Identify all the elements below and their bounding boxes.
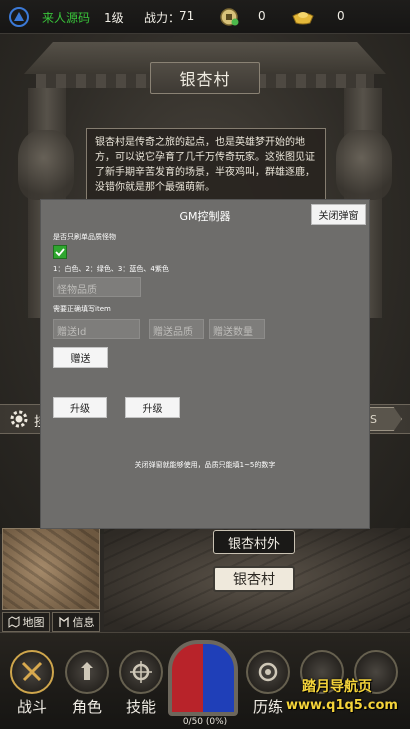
gear-icon[interactable] — [8, 408, 30, 430]
nav-training-label: 历练 — [252, 698, 283, 716]
info-button[interactable]: 信息 — [52, 612, 100, 632]
quality-legend: 1：白色、2：绿色、3：蓝色、4紫色 — [53, 265, 169, 273]
gift-quality-input[interactable]: 赠送品质 — [149, 319, 204, 339]
close-modal-button[interactable]: 关闭弹窗 — [311, 204, 366, 225]
nav-character-label: 角色 — [71, 698, 102, 716]
only-quality-checkbox[interactable] — [53, 245, 67, 259]
monster-quality-input[interactable]: 怪物品质 — [53, 277, 141, 297]
game-logo-icon[interactable] — [8, 6, 30, 28]
location-description: 银杏村是传奇之旅的起点，也是英雄梦开始的地方，可以说它孕育了几千万传奇玩家。这张… — [86, 128, 326, 200]
progress-text: 0/50 (0%) — [182, 717, 228, 727]
portal-icon[interactable] — [168, 640, 238, 716]
player-name[interactable]: 来人源码 — [42, 9, 90, 26]
modal-footer-note: 关闭弹窗就能够使用，品质只能填1~5的数字 — [134, 461, 276, 469]
coin-icon — [220, 8, 239, 26]
ingot-value: 0 — [337, 9, 345, 23]
location-title: 银杏村 — [150, 62, 260, 94]
nav-skill[interactable]: 技能 — [117, 650, 165, 720]
character-icon — [65, 650, 109, 694]
watermark-line2: www.q1q5.com — [286, 698, 398, 713]
checkmark-icon — [55, 248, 65, 257]
watermark-line1: 踏月导航页 — [302, 679, 372, 695]
location-node-outside[interactable]: 银杏村外 — [213, 530, 295, 554]
gold-ingot-icon — [292, 12, 314, 25]
gm-modal: GM控制器 关闭弹窗 是否只刷单品质怪物 1：白色、2：绿色、3：蓝色、4紫色 … — [41, 200, 369, 528]
power-value: 71 — [179, 9, 195, 23]
item-hint-label: 需要正确填写item — [53, 305, 111, 313]
player-level: 1级 — [104, 11, 124, 25]
nav-battle[interactable]: 战斗 — [8, 650, 56, 720]
nav-character[interactable]: 角色 — [63, 650, 111, 720]
only-quality-label: 是否只刷单品质怪物 — [53, 233, 116, 241]
left-dragon-statue-icon — [18, 130, 74, 200]
upgrade-button-2[interactable]: 升级 — [125, 397, 180, 418]
power-label: 战力： — [144, 11, 181, 25]
gift-id-input[interactable]: 赠送Id — [53, 319, 140, 339]
nav-battle-label: 战斗 — [16, 698, 47, 716]
minimap[interactable] — [2, 528, 100, 610]
upgrade-button-1[interactable]: 升级 — [53, 397, 107, 418]
nav-training[interactable]: 历练 — [244, 650, 292, 720]
nav-skill-label: 技能 — [125, 698, 156, 716]
swords-icon — [10, 650, 54, 694]
right-dragon-statue-icon — [336, 130, 392, 200]
training-icon — [246, 650, 290, 694]
gift-count-input[interactable]: 赠送数量 — [209, 319, 265, 339]
map-button[interactable]: 地图 — [2, 612, 50, 632]
coin-value: 0 — [258, 9, 266, 23]
info-button-label: 信息 — [72, 616, 95, 629]
skill-icon — [119, 650, 163, 694]
top-status-bar: 来人源码 1级 战力： 71 0 0 — [0, 0, 410, 34]
info-icon — [58, 616, 69, 627]
map-icon — [8, 616, 19, 628]
watermark: 踏月导航页 www.q1q5.com — [286, 676, 398, 713]
location-node-current[interactable]: 银杏村 — [213, 566, 295, 592]
map-button-label: 地图 — [22, 616, 45, 629]
gift-button[interactable]: 赠送 — [53, 347, 108, 368]
